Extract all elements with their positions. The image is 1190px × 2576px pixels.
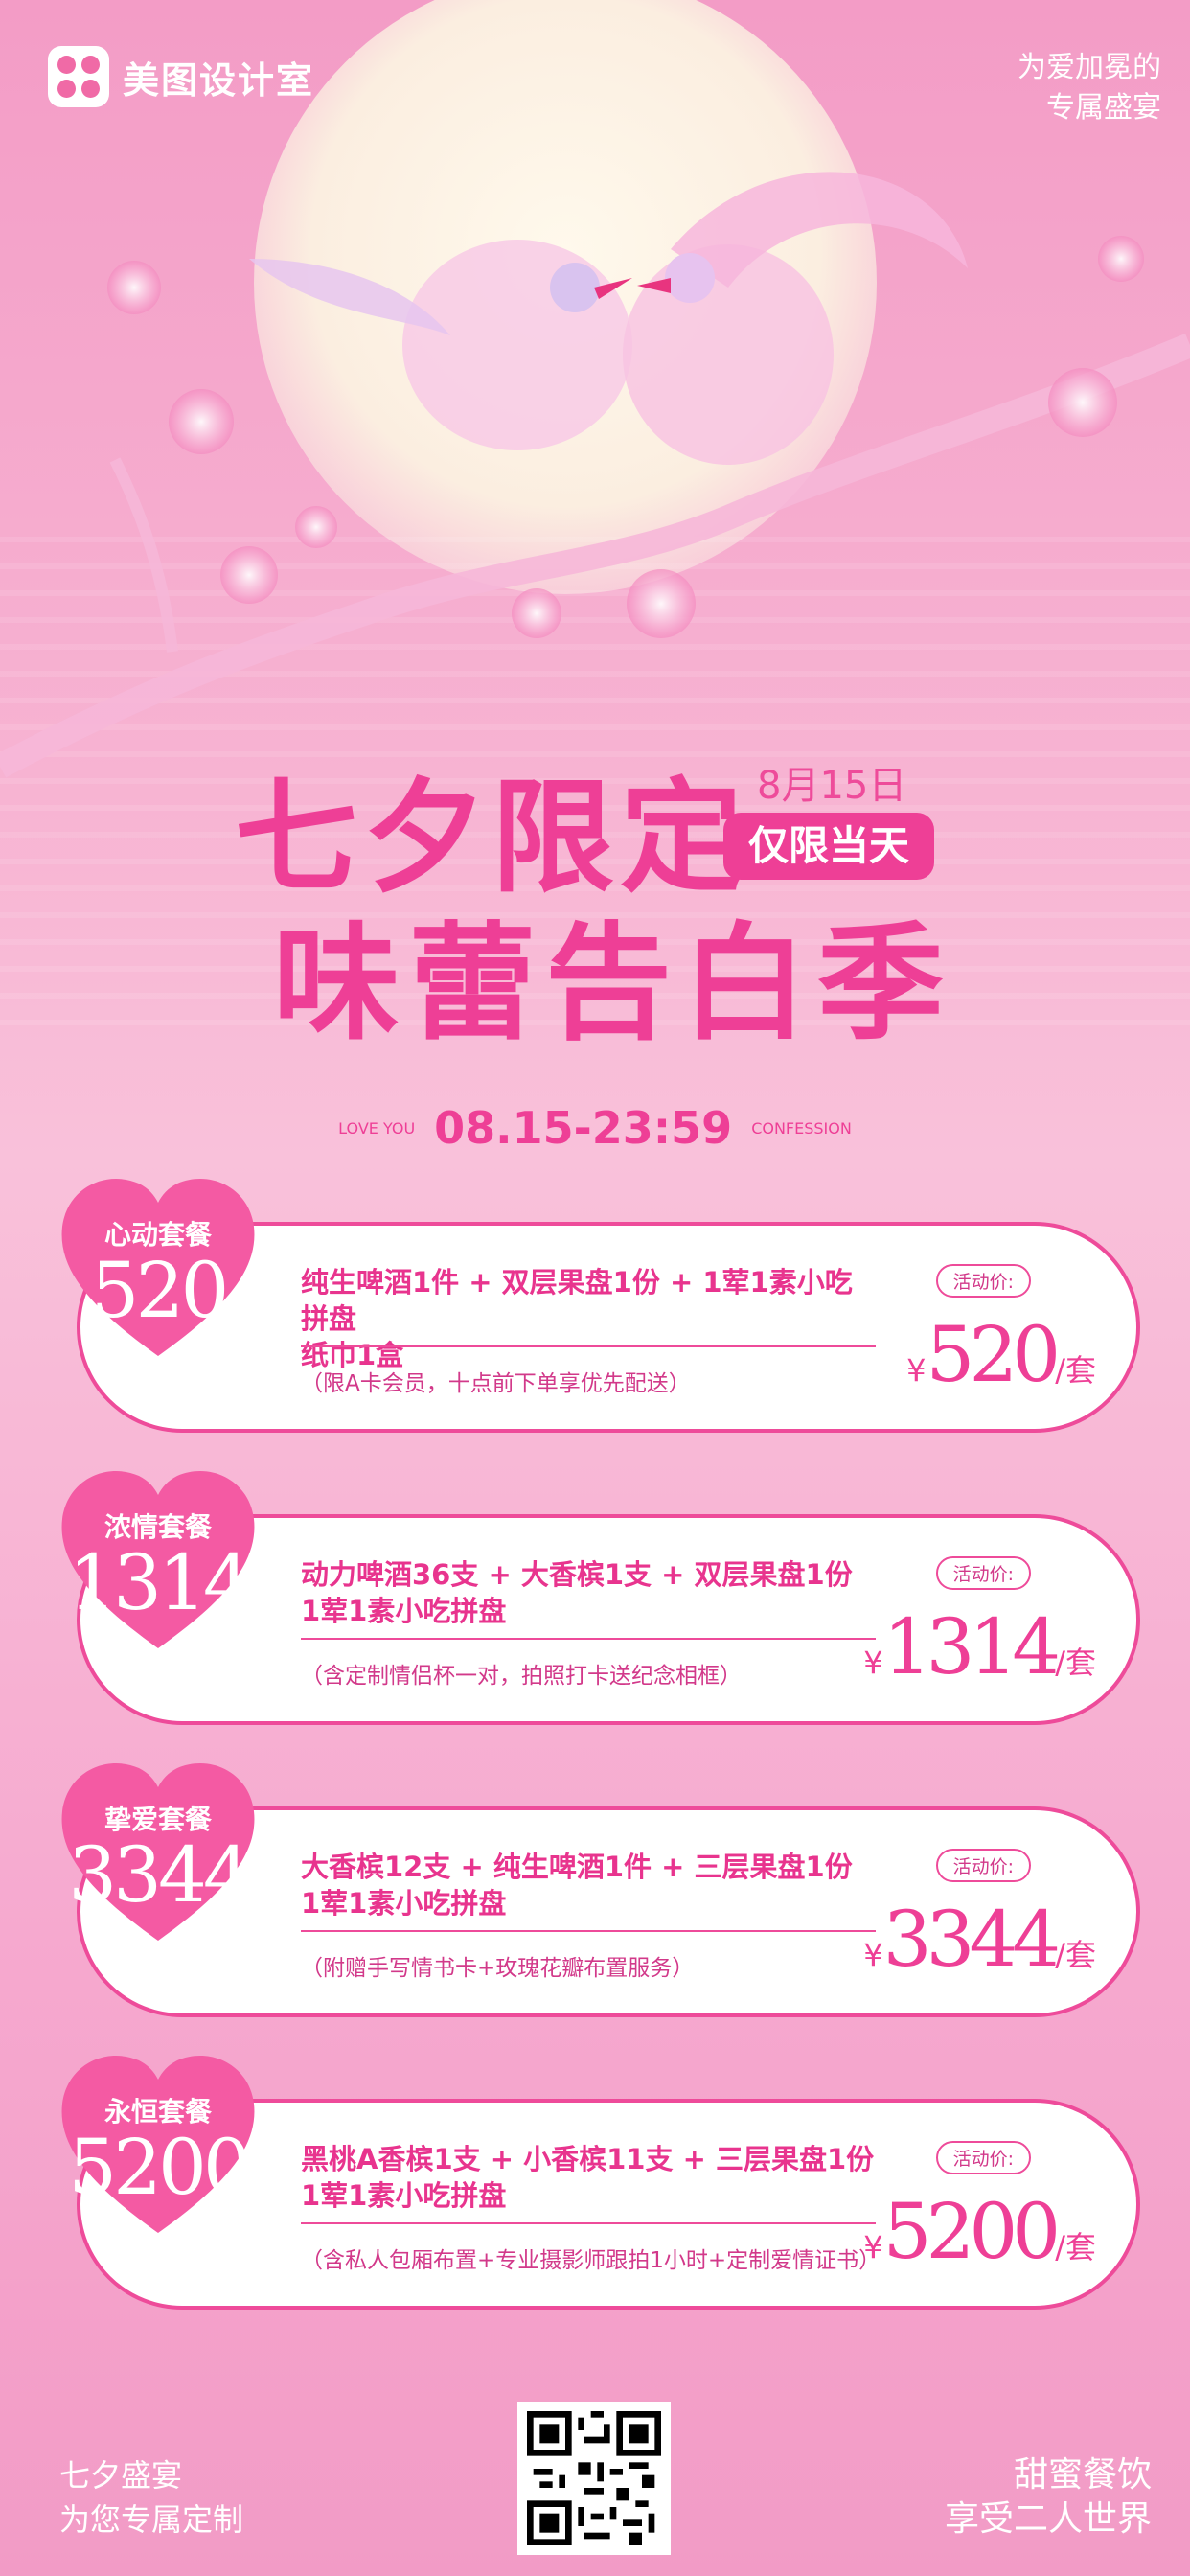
package-heart-1: 心动套餐 520 [53,1164,263,1366]
slogan-row: LOVE YOU 08.15-23:59 CONFESSION [0,1102,1190,1154]
header-tagline: 为爱加冕的 专属盛宴 [1018,48,1161,128]
footer-left-line2: 为您专属定制 [59,2501,244,2538]
package-price: ¥520/套 [906,1310,1096,1399]
package-note: （含定制情侣杯一对，拍照打卡送纪念相框） [301,1664,742,1689]
package-number: 1314 [68,1538,252,1627]
package-heart-3: 挚爱套餐 3344 [53,1749,263,1950]
currency-symbol: ¥ [863,2229,883,2266]
price-tag: 活动价: [935,1849,1031,1882]
package-items-line1: 纯生啤酒1件 + 双层果盘1份 + 1荤1素小吃拼盘 [301,1266,853,1335]
footer-right: 甜蜜餐饮 享受二人世界 [945,2453,1152,2542]
package-items: 纯生啤酒1件 + 双层果盘1份 + 1荤1素小吃拼盘 纸巾1盒 [301,1264,876,1373]
sub-title: 味蕾告白季 [273,910,953,1058]
package-note: （附赠手写情书卡+玫瑰花瓣布置服务） [301,1956,695,1981]
price-tag: 活动价: [935,2141,1031,2174]
brand-logo-icon [48,46,109,107]
footer-left-line1: 七夕盛宴 [59,2457,183,2494]
qr-code-icon[interactable] [517,2402,671,2555]
package-price: ¥5200/套 [863,2187,1096,2276]
qr-code-pattern [527,2411,661,2545]
price-tag: 活动价: [935,1264,1031,1298]
brand-name: 美图设计室 [123,58,315,102]
divider [301,1638,876,1640]
magpie-blossom-illustration [0,172,1190,778]
package-heart-2: 浓情套餐 1314 [53,1457,263,1658]
event-date: 8月15日 [757,764,907,808]
brand-header: 美图设计室 [48,46,314,107]
price-unit: /套 [1055,2229,1096,2266]
currency-symbol: ¥ [863,1937,883,1973]
package-number: 5200 [68,2123,252,2212]
package-note: （限A卡会员，十点前下单享优先配送） [301,1371,691,1396]
package-number: 3344 [68,1830,252,1920]
price-value: 3344 [882,1895,1062,1984]
package-items-line2: 1荤1素小吃拼盘 [301,1887,507,1920]
divider [301,1930,876,1932]
price-unit: /套 [1055,1644,1096,1681]
currency-symbol: ¥ [906,1352,927,1389]
price-tag: 活动价: [935,1556,1031,1590]
price-unit: /套 [1055,1937,1096,1973]
package-heart-4: 永恒套餐 5200 [53,2041,263,2242]
package-number: 520 [90,1246,230,1335]
footer-left: 七夕盛宴 为您专属定制 [59,2453,243,2542]
package-items: 动力啤酒36支 + 大香槟1支 + 双层果盘1份 1荤1素小吃拼盘 [301,1556,876,1629]
slogan-time: 08.15-23:59 [434,1102,733,1154]
only-today-badge: 仅限当天 [723,813,934,880]
package-items-line1: 黑桃A香槟1支 + 小香槟11支 + 三层果盘1份 [301,2143,875,2175]
package-price: ¥3344/套 [863,1895,1096,1984]
divider [301,1346,876,1347]
currency-symbol: ¥ [863,1644,883,1681]
slogan-right: CONFESSION [751,1118,852,1138]
footer-right-line1: 甜蜜餐饮 [1013,2455,1152,2495]
price-value: 520 [926,1310,1062,1399]
package-items-line1: 大香槟12支 + 纯生啤酒1件 + 三层果盘1份 [301,1851,853,1883]
package-items: 大香槟12支 + 纯生啤酒1件 + 三层果盘1份 1荤1素小吃拼盘 [301,1849,876,1921]
price-value: 1314 [882,1602,1062,1691]
package-items-line2: 1荤1素小吃拼盘 [301,2179,507,2212]
header-tagline-line2: 专属盛宴 [1046,91,1161,125]
package-items-line1: 动力啤酒36支 + 大香槟1支 + 双层果盘1份 [301,1558,853,1591]
divider [301,2222,876,2224]
slogan-left: LOVE YOU [338,1118,416,1138]
package-price: ¥1314/套 [863,1602,1096,1691]
price-unit: /套 [1055,1352,1096,1389]
header-tagline-line1: 为爱加冕的 [1018,51,1161,84]
price-value: 5200 [882,2187,1062,2276]
package-note: （含私人包厢布置+专业摄影师跟拍1小时+定制爱情证书） [301,2248,881,2273]
package-items-line2: 1荤1素小吃拼盘 [301,1595,507,1627]
package-items: 黑桃A香槟1支 + 小香槟11支 + 三层果盘1份 1荤1素小吃拼盘 [301,2141,876,2214]
footer-right-line2: 享受二人世界 [944,2499,1152,2539]
